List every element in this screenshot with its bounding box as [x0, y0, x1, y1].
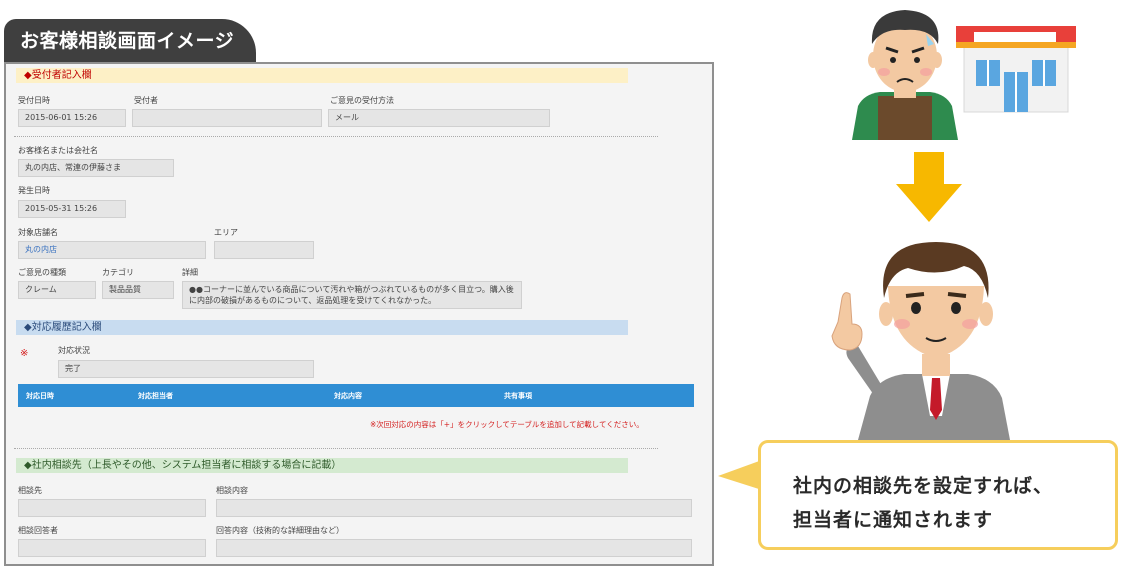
store-icon [956, 26, 1076, 113]
worried-customer-icon [852, 10, 958, 140]
history-table-header: 対応日時 対応担当者 対応内容 共有事項 [18, 384, 694, 407]
column-header: 対応日時 [26, 392, 54, 400]
detail-label: 詳細 [182, 268, 198, 277]
answer-content-label: 回答内容（技術的な詳細理由など） [216, 526, 344, 535]
column-header: 対応担当者 [138, 392, 173, 400]
notification-callout: 社内の相談先を設定すれば、 担当者に通知されます [758, 440, 1118, 550]
customer-name-field[interactable]: 丸の内店、常連の伊藤さま [18, 159, 174, 177]
area-label: エリア [214, 228, 238, 237]
occurred-label: 発生日時 [18, 186, 50, 195]
detail-field[interactable]: ●●コーナーに並んでいる商品について汚れや箱がつぶれているものが多く目立つ。購入… [182, 281, 522, 309]
column-header: 対応内容 [334, 392, 362, 400]
callout-line-2: 担当者に通知されます [793, 509, 994, 531]
answerer-label: 相談回答者 [18, 526, 58, 535]
internal-section-heading: ◆社内相談先（上長やその他、システム担当者に相談する場合に記載） [16, 458, 628, 473]
callout-pointer [718, 460, 762, 490]
reception-section-heading: ◆受付者記入欄 [16, 68, 628, 83]
area-field[interactable] [214, 241, 314, 259]
businessman-pointing-icon [831, 242, 1010, 440]
consult-label: 相談先 [18, 486, 42, 495]
divider [14, 136, 658, 137]
down-arrow-icon [896, 152, 962, 222]
type-label: ご意見の種類 [18, 268, 66, 277]
customer-name-label: お客様名または会社名 [18, 146, 98, 155]
callout-line-1: 社内の相談先を設定すれば、 [793, 475, 1054, 497]
receiver-field[interactable] [132, 109, 322, 127]
consult-content-label: 相談内容 [216, 486, 248, 495]
history-section-heading: ◆対応履歴記入欄 [16, 320, 628, 335]
answer-content-field[interactable] [216, 539, 692, 557]
category-field[interactable]: 製品品質 [102, 281, 174, 299]
method-field[interactable]: メール [328, 109, 550, 127]
required-mark: ※ [20, 348, 29, 359]
receiver-label: 受付者 [134, 96, 158, 105]
method-label: ご意見の受付方法 [330, 96, 394, 105]
answerer-field[interactable] [18, 539, 206, 557]
page-title: お客様相談画面イメージ [4, 19, 256, 63]
occurred-field[interactable]: 2015-05-31 15:26 [18, 200, 126, 218]
column-header: 共有事項 [504, 392, 532, 400]
status-field[interactable]: 完了 [58, 360, 314, 378]
divider [14, 448, 658, 449]
store-label: 対象店舗名 [18, 228, 58, 237]
consultation-form: ◆受付者記入欄 受付日時 2015-06-01 15:26 受付者 ご意見の受付… [4, 62, 714, 566]
store-field[interactable]: 丸の内店 [18, 241, 206, 259]
history-note: ※次回対応の内容は「+」をクリックしてテーブルを追加して記載してください。 [370, 420, 644, 429]
consult-field[interactable] [18, 499, 206, 517]
type-field[interactable]: クレーム [18, 281, 96, 299]
consult-content-field[interactable] [216, 499, 692, 517]
status-label: 対応状況 [58, 346, 90, 355]
reception-date-field[interactable]: 2015-06-01 15:26 [18, 109, 126, 127]
reception-date-label: 受付日時 [18, 96, 50, 105]
category-label: カテゴリ [102, 268, 134, 277]
